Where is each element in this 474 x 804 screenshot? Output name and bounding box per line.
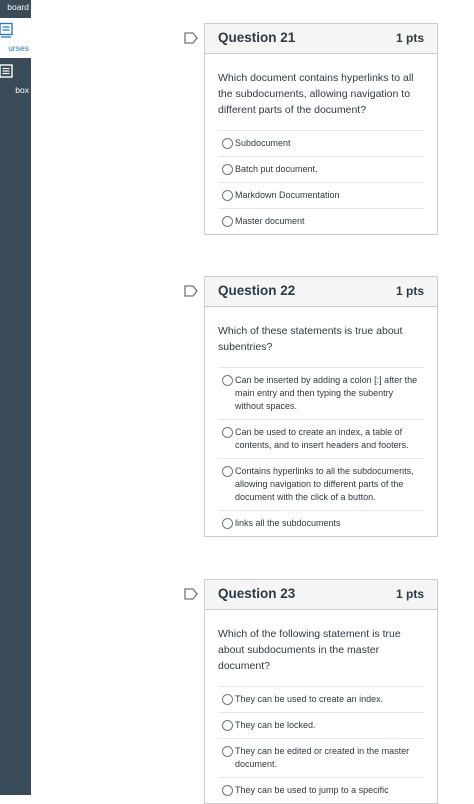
courses-icon	[0, 22, 13, 38]
nav-item-label: box	[15, 85, 29, 95]
question-title: Question 21	[218, 30, 296, 45]
nav-item-courses[interactable]: urses	[0, 18, 31, 58]
answer-option[interactable]: They can be edited or created in the mas…	[218, 738, 424, 777]
question-card-21: Question 21 1 pts Which document contain…	[204, 23, 438, 235]
question-title: Question 23	[218, 586, 296, 601]
radio-button[interactable]	[222, 164, 233, 175]
answer-option[interactable]: Batch put document.	[218, 156, 424, 182]
answer-option[interactable]: They can be used to create an index.	[218, 686, 424, 712]
radio-button[interactable]	[222, 216, 233, 227]
question-title: Question 22	[218, 283, 296, 298]
answer-label: links all the subdocuments	[235, 518, 341, 528]
question-text: Which of these statements is true about …	[218, 325, 403, 353]
answer-list: Subdocument Batch put document. Markdown…	[218, 130, 424, 234]
answer-label: Can be inserted by adding a colon [:] af…	[235, 375, 418, 411]
question-points: 1 pts	[395, 284, 424, 298]
answer-label: Markdown Documentation	[235, 190, 340, 200]
radio-button[interactable]	[222, 375, 233, 386]
question-points: 1 pts	[395, 31, 424, 45]
answer-option[interactable]: Master document	[218, 208, 424, 234]
radio-button[interactable]	[222, 746, 233, 757]
answer-label: Subdocument	[235, 138, 291, 148]
radio-button[interactable]	[222, 720, 233, 731]
answer-list: They can be used to create an index. The…	[218, 686, 424, 803]
nav-item-label: urses	[8, 43, 29, 53]
global-nav-sidebar: board urses box	[0, 0, 31, 795]
question-card-22: Question 22 1 pts Which of these stateme…	[204, 276, 438, 537]
inbox-icon	[0, 64, 13, 78]
nav-item-dashboard[interactable]: board	[0, 0, 31, 17]
radio-button[interactable]	[222, 190, 233, 201]
question-text: Which document contains hyperlinks to al…	[218, 72, 414, 116]
answer-option[interactable]: Contains hyperlinks to all the subdocume…	[218, 458, 424, 510]
radio-button[interactable]	[222, 138, 233, 149]
question-header: Question 23 1 pts	[205, 580, 437, 610]
radio-button[interactable]	[222, 694, 233, 705]
answer-label: Batch put document.	[235, 164, 318, 174]
radio-button[interactable]	[222, 466, 233, 477]
question-card-23: Question 23 1 pts Which of the following…	[204, 579, 438, 804]
answer-label: They can be edited or created in the mas…	[235, 746, 410, 769]
question-points: 1 pts	[395, 587, 424, 601]
answer-option[interactable]: Can be used to create an index, a table …	[218, 419, 424, 458]
nav-item-inbox[interactable]: box	[0, 60, 31, 100]
answer-label: Can be used to create an index, a table …	[235, 427, 409, 450]
flag-question-icon[interactable]	[184, 588, 198, 600]
answer-label: They can be used to jump to a specific	[235, 785, 389, 795]
question-text: Which of the following statement is true…	[218, 628, 401, 672]
answer-label: Contains hyperlinks to all the subdocume…	[235, 466, 414, 502]
radio-button[interactable]	[222, 518, 233, 529]
answer-option[interactable]: links all the subdocuments	[218, 510, 424, 536]
answer-label: Master document	[235, 216, 305, 226]
answer-label: They can be locked.	[235, 720, 316, 730]
nav-item-label: board	[7, 2, 29, 12]
answer-option[interactable]: Subdocument	[218, 130, 424, 156]
flag-question-icon[interactable]	[184, 285, 198, 297]
answer-label: They can be used to create an index.	[235, 694, 384, 704]
flag-question-icon[interactable]	[184, 32, 198, 44]
answer-option[interactable]: They can be used to jump to a specific	[218, 777, 424, 803]
answer-option[interactable]: Can be inserted by adding a colon [:] af…	[218, 367, 424, 419]
radio-button[interactable]	[222, 785, 233, 796]
question-header: Question 22 1 pts	[205, 277, 437, 307]
question-header: Question 21 1 pts	[205, 24, 437, 54]
answer-option[interactable]: They can be locked.	[218, 712, 424, 738]
answer-list: Can be inserted by adding a colon [:] af…	[218, 367, 424, 536]
answer-option[interactable]: Markdown Documentation	[218, 182, 424, 208]
radio-button[interactable]	[222, 427, 233, 438]
